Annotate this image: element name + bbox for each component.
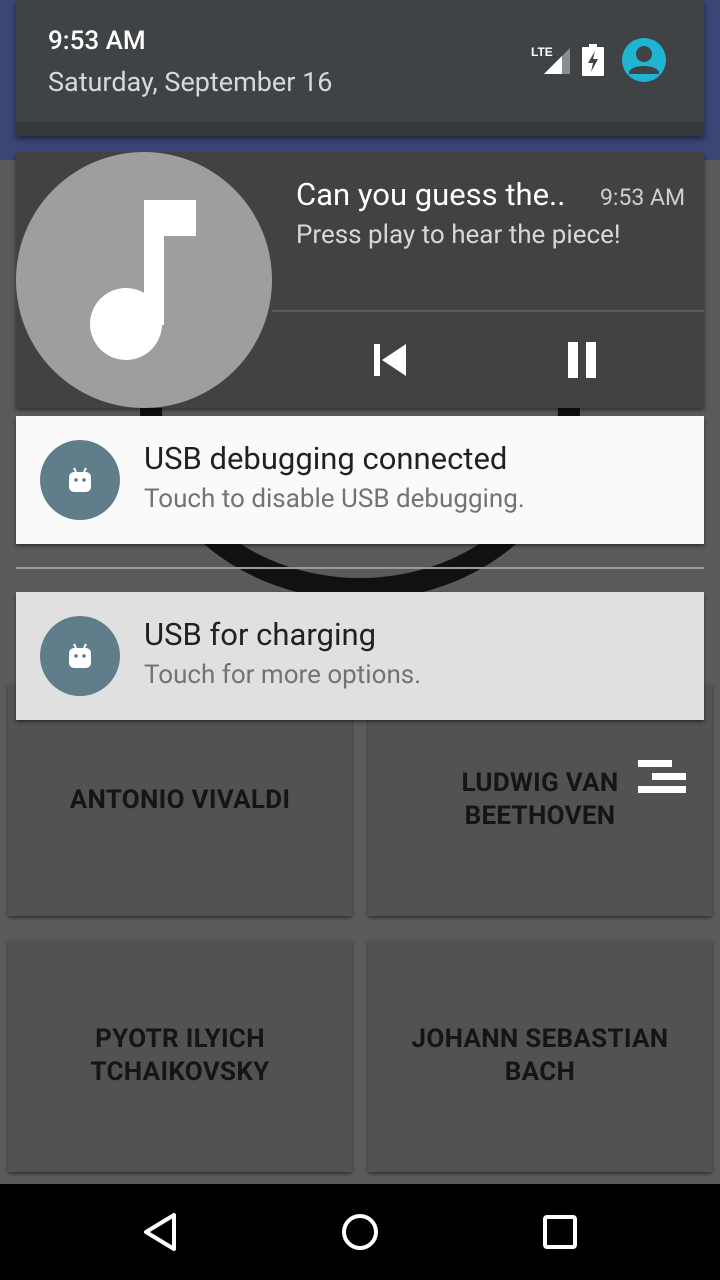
answer-tile-4[interactable]: JOHANN SEBASTIAN BACH [368,940,712,1172]
answer-tile-3[interactable]: PYOTR ILYICH TCHAIKOVSKY [8,940,352,1172]
media-art [16,152,272,408]
notif-icon-circle [40,616,120,696]
answer-tile-2-line2: BEETHOVEN [464,801,616,831]
answer-tile-3-line1: PYOTR ILYICH [95,1024,265,1054]
answer-tile-1-line1: ANTONIO VIVALDI [69,784,291,815]
battery-charging-icon [582,44,604,76]
notif-text: Touch for more options. [144,660,422,690]
status-date[interactable]: Saturday, September 16 [48,66,332,98]
shade-header-strip [16,122,704,136]
media-divider [272,310,704,312]
media-title: Can you guess the.. [296,176,566,213]
media-timestamp: 9:53 AM [600,184,686,211]
sort-menu-icon[interactable] [638,760,686,794]
home-icon[interactable] [338,1210,382,1254]
network-label: LTE [531,45,553,59]
notif-icon-circle [40,440,120,520]
android-icon [69,467,91,492]
media-text: Press play to hear the piece! [296,220,621,250]
pause-icon[interactable] [556,336,608,384]
notif-title: USB for charging [144,616,377,653]
lte-signal-icon: LTE [531,45,570,74]
notification-divider [16,567,704,569]
answer-tile-3-line2: TCHAIKOVSKY [90,1057,270,1087]
recents-icon[interactable] [538,1210,582,1254]
usb-debugging-notification[interactable]: USB debugging connected Touch to disable… [16,416,704,544]
music-note-icon [90,200,196,360]
media-notification[interactable]: Can you guess the.. 9:53 AM Press play t… [16,152,704,408]
notif-text: Touch to disable USB debugging. [144,484,525,514]
answer-tile-2-line1: LUDWIG VAN [461,768,619,798]
user-avatar-icon[interactable] [622,38,666,82]
answer-tile-4-line1: JOHANN SEBASTIAN [411,1024,669,1054]
android-icon [69,643,91,668]
shade-header: 9:53 AM Saturday, September 16 LTE [16,0,704,136]
answer-tile-4-line2: BACH [504,1057,576,1087]
skip-previous-icon[interactable] [364,336,416,384]
notif-title: USB debugging connected [144,440,508,477]
usb-charging-notification[interactable]: USB for charging Touch for more options. [16,592,704,720]
back-icon[interactable] [140,1210,184,1254]
status-time: 9:53 AM [48,26,146,56]
